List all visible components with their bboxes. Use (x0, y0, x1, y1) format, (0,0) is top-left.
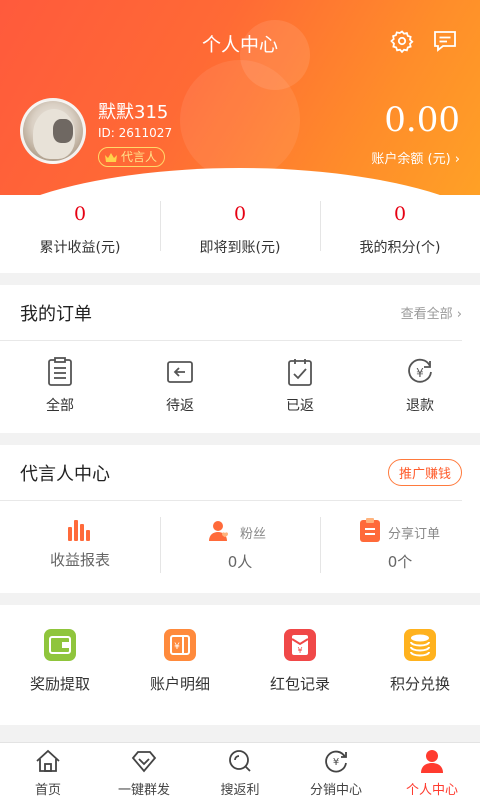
tab-label: 搜返利 (220, 783, 260, 798)
balance-link[interactable]: 账户余额 (元) › (371, 148, 460, 167)
ledger-icon: ¥ (164, 629, 196, 661)
tool-label: 红包记录 (269, 675, 330, 693)
svg-text:¥: ¥ (416, 366, 424, 380)
red-envelope-records-entry[interactable]: ¥ 红包记录 (240, 627, 360, 694)
message-icon[interactable] (432, 29, 458, 53)
account-detail-entry[interactable]: ¥ 账户明细 (120, 627, 240, 694)
avatar[interactable] (20, 98, 86, 164)
points-exchange-entry[interactable]: 积分兑换 (360, 627, 480, 694)
user-id: ID: 2611027 (98, 126, 173, 140)
refund-icon: ¥ (408, 358, 432, 383)
bottom-tab-bar: 首页 一键群发 搜返利 ¥ 分销中心 个人中心 (0, 742, 480, 800)
svg-text:¥: ¥ (297, 646, 302, 655)
order-tab-pending[interactable]: 待返 (120, 357, 240, 415)
stat-value: 0 (393, 203, 407, 225)
red-envelope-icon: ¥ (284, 629, 316, 661)
order-tab-refund[interactable]: ¥ 退款 (360, 357, 480, 415)
shared-orders-count: 0个 (387, 553, 413, 571)
earnings-stats: 0 累计收益(元) 0 即将到账(元) 0 我的积分(个) (0, 195, 480, 273)
tools-card: 奖励提取 ¥ 账户明细 ¥ 红包记录 积分兑换 (0, 605, 480, 725)
role-badge: 代言人 (98, 147, 166, 167)
earnings-report-entry[interactable]: 收益报表 (0, 517, 160, 573)
coins-icon (404, 629, 436, 661)
stat-label: 累计收益(元) (39, 240, 121, 256)
stat-total-earnings[interactable]: 0 累计收益(元) (0, 195, 160, 273)
check-clipboard-icon (288, 359, 312, 386)
earnings-report-label: 收益报表 (49, 551, 110, 569)
return-icon (167, 361, 193, 383)
yuan-cycle-icon: ¥ (325, 750, 347, 773)
tab-search-rebate[interactable]: 搜返利 (192, 743, 288, 800)
home-icon (36, 749, 60, 772)
tool-label: 积分兑换 (389, 675, 450, 693)
tab-label: 分销中心 (309, 783, 362, 798)
svg-text:¥: ¥ (174, 642, 180, 652)
tab-home[interactable]: 首页 (0, 743, 96, 800)
tab-distribution[interactable]: ¥ 分销中心 (288, 743, 384, 800)
order-tab-label: 全部 (46, 398, 74, 414)
shared-orders-label: 分享订单 (388, 527, 441, 542)
order-tab-all[interactable]: 全部 (0, 357, 120, 415)
stat-label: 我的积分(个) (359, 240, 441, 256)
wallet-icon (44, 629, 76, 661)
list-icon (48, 357, 72, 386)
stat-points[interactable]: 0 我的积分(个) (320, 195, 480, 273)
stat-value: 0 (73, 203, 87, 225)
view-all-orders-link[interactable]: 查看全部 › (401, 303, 462, 322)
tool-label: 奖励提取 (29, 675, 90, 693)
tab-label: 个人中心 (405, 783, 458, 798)
role-badge-label: 代言人 (121, 150, 158, 164)
stat-pending[interactable]: 0 即将到账(元) (160, 195, 320, 273)
reward-withdraw-entry[interactable]: 奖励提取 (0, 627, 120, 694)
account-balance: 0.00 (384, 100, 460, 140)
fans-entry[interactable]: 粉丝 0人 (160, 517, 320, 573)
order-tab-label: 待返 (166, 398, 194, 414)
share-order-icon (360, 518, 380, 542)
bar-chart-icon (68, 520, 90, 541)
fans-icon (209, 521, 228, 541)
tab-profile[interactable]: 个人中心 (384, 743, 480, 800)
fans-count: 0人 (227, 553, 253, 571)
stat-value: 0 (233, 203, 247, 225)
nickname: 默默315 (98, 102, 169, 123)
stat-label: 即将到账(元) (199, 240, 281, 256)
person-icon (421, 750, 443, 773)
search-icon (229, 750, 251, 772)
tool-label: 账户明细 (149, 675, 210, 693)
tab-label: 一键群发 (117, 783, 170, 798)
tab-label: 首页 (34, 783, 61, 798)
agent-center-title: 代言人中心 (20, 463, 110, 485)
agent-center-card: 代言人中心 推广赚钱 收益报表 粉丝 0人 分享订单 0个 (0, 445, 480, 593)
gear-icon[interactable] (390, 29, 414, 53)
tab-broadcast[interactable]: 一键群发 (96, 743, 192, 800)
diamond-icon (131, 751, 157, 773)
promote-earn-button[interactable]: 推广赚钱 (387, 459, 462, 486)
shared-orders-entry[interactable]: 分享订单 0个 (320, 517, 480, 573)
orders-title: 我的订单 (20, 303, 92, 325)
order-tab-label: 退款 (406, 398, 434, 414)
order-tab-label: 已返 (286, 398, 314, 414)
profile-header: 个人中心 默默315 ID: 2611027 代言人 0.00 账户余额 (元)… (0, 0, 480, 200)
orders-card: 我的订单 查看全部 › 全部 待返 已返 ¥ 退款 (0, 285, 480, 433)
svg-text:¥: ¥ (333, 757, 339, 768)
crown-icon (105, 152, 117, 162)
order-tab-returned[interactable]: 已返 (240, 357, 360, 415)
fans-label: 粉丝 (240, 527, 267, 542)
